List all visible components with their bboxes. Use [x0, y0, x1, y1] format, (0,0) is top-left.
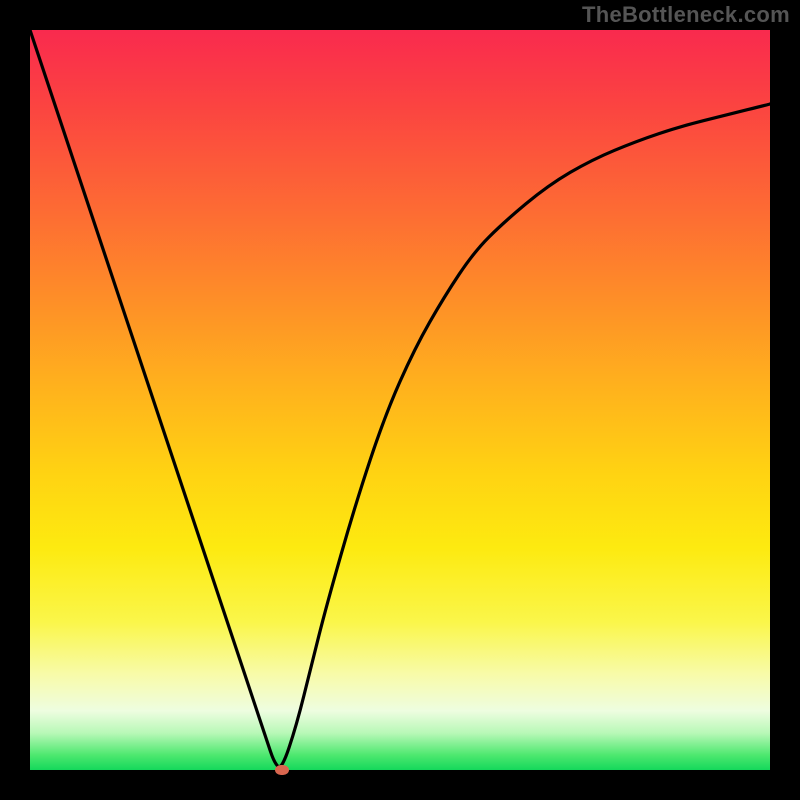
chart-frame: TheBottleneck.com: [0, 0, 800, 800]
optimum-marker: [275, 765, 289, 775]
attribution-text: TheBottleneck.com: [582, 2, 790, 28]
chart-plot-area: [30, 30, 770, 770]
curve-path: [30, 30, 770, 767]
curve-svg: [30, 30, 770, 770]
